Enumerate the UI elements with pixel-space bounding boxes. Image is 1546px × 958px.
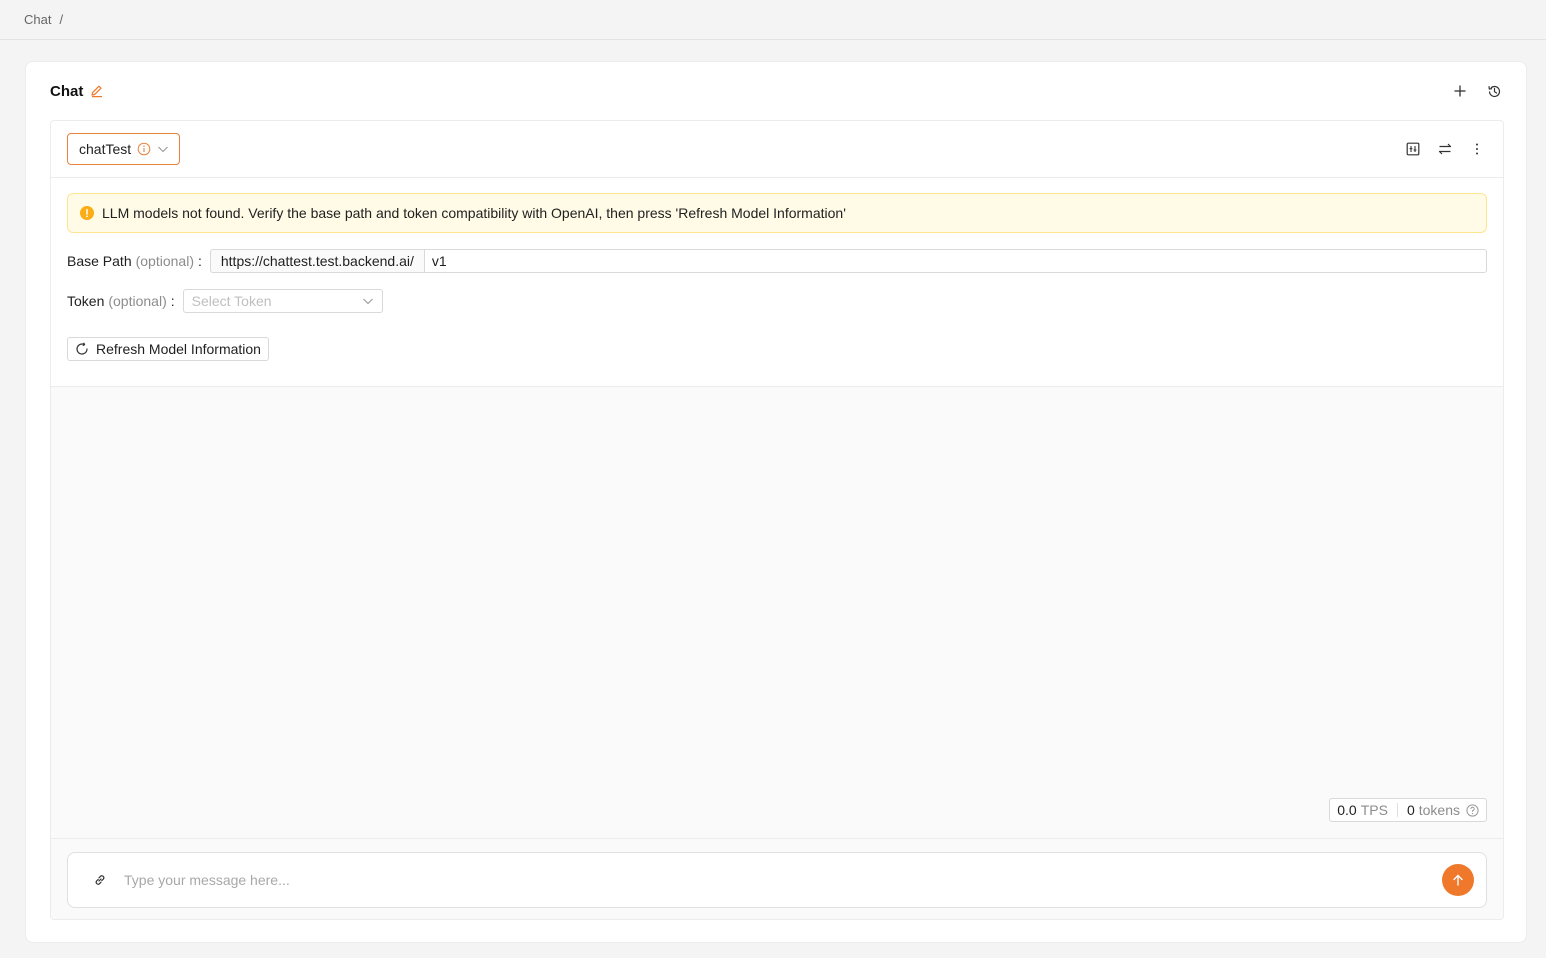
tps-unit: TPS — [1360, 802, 1388, 818]
chat-panel-toolbar: chatTest — [51, 121, 1503, 178]
tps-value: 0.0 — [1337, 802, 1357, 818]
more-icon[interactable] — [1469, 141, 1485, 157]
base-path-row: Base Path (optional) : https://chattest.… — [67, 249, 1487, 273]
stats-divider — [1396, 803, 1398, 817]
refresh-icon — [75, 342, 89, 356]
base-path-prefix: https://chattest.test.backend.ai/ — [209, 249, 424, 273]
refresh-model-label: Refresh Model Information — [96, 341, 261, 357]
chat-card: Chat chatTest LLM models not found. Veri… — [25, 61, 1527, 943]
chat-panel: chatTest LLM models not found. Verify th… — [50, 120, 1504, 920]
token-select-placeholder: Select Token — [191, 293, 272, 309]
warning-icon — [80, 206, 94, 220]
help-icon[interactable] — [1466, 803, 1479, 817]
chat-panel-actions — [1405, 141, 1487, 157]
refresh-model-button[interactable]: Refresh Model Information — [67, 337, 269, 361]
breadcrumb: Chat / — [0, 0, 1546, 40]
message-box — [67, 852, 1487, 908]
tokens-value: 0 — [1406, 802, 1415, 818]
token-label: Token — [67, 293, 105, 309]
header-actions — [1452, 83, 1502, 99]
base-path-colon: : — [197, 253, 202, 269]
base-path-label: Base Path — [67, 253, 132, 269]
compare-icon[interactable] — [1405, 141, 1421, 157]
model-select-value: chatTest — [79, 141, 132, 157]
send-button[interactable] — [1442, 864, 1474, 896]
token-select[interactable]: Select Token — [182, 289, 383, 313]
base-path-input[interactable] — [423, 249, 1487, 273]
warning-message: LLM models not found. Verify the base pa… — [102, 205, 846, 221]
link-icon[interactable] — [92, 872, 108, 888]
composer — [51, 838, 1503, 919]
card-header: Chat — [50, 80, 1502, 102]
chevron-down-icon — [157, 143, 169, 155]
warning-alert: LLM models not found. Verify the base pa… — [67, 193, 1487, 233]
info-icon[interactable] — [137, 142, 151, 156]
page-title: Chat — [50, 82, 84, 100]
token-colon: : — [170, 293, 175, 309]
swap-icon[interactable] — [1437, 141, 1453, 157]
token-row: Token (optional) : Select Token — [67, 289, 1487, 313]
tokens-unit: tokens — [1418, 802, 1460, 818]
model-select[interactable]: chatTest — [67, 133, 181, 165]
token-stats: 0.0 TPS 0 tokens — [1329, 798, 1487, 822]
endpoint-config: LLM models not found. Verify the base pa… — [51, 178, 1503, 386]
chevron-down-icon — [362, 295, 374, 307]
message-input[interactable] — [124, 872, 1442, 888]
edit-icon[interactable] — [89, 83, 105, 99]
message-list: 0.0 TPS 0 tokens — [51, 386, 1503, 838]
history-icon[interactable] — [1486, 83, 1502, 99]
base-path-optional: (optional) — [135, 253, 194, 269]
breadcrumb-item-chat[interactable]: Chat — [24, 12, 51, 27]
arrow-up-icon — [1451, 873, 1465, 887]
plus-icon[interactable] — [1452, 83, 1468, 99]
token-optional: (optional) — [108, 293, 167, 309]
breadcrumb-separator: / — [59, 12, 64, 27]
